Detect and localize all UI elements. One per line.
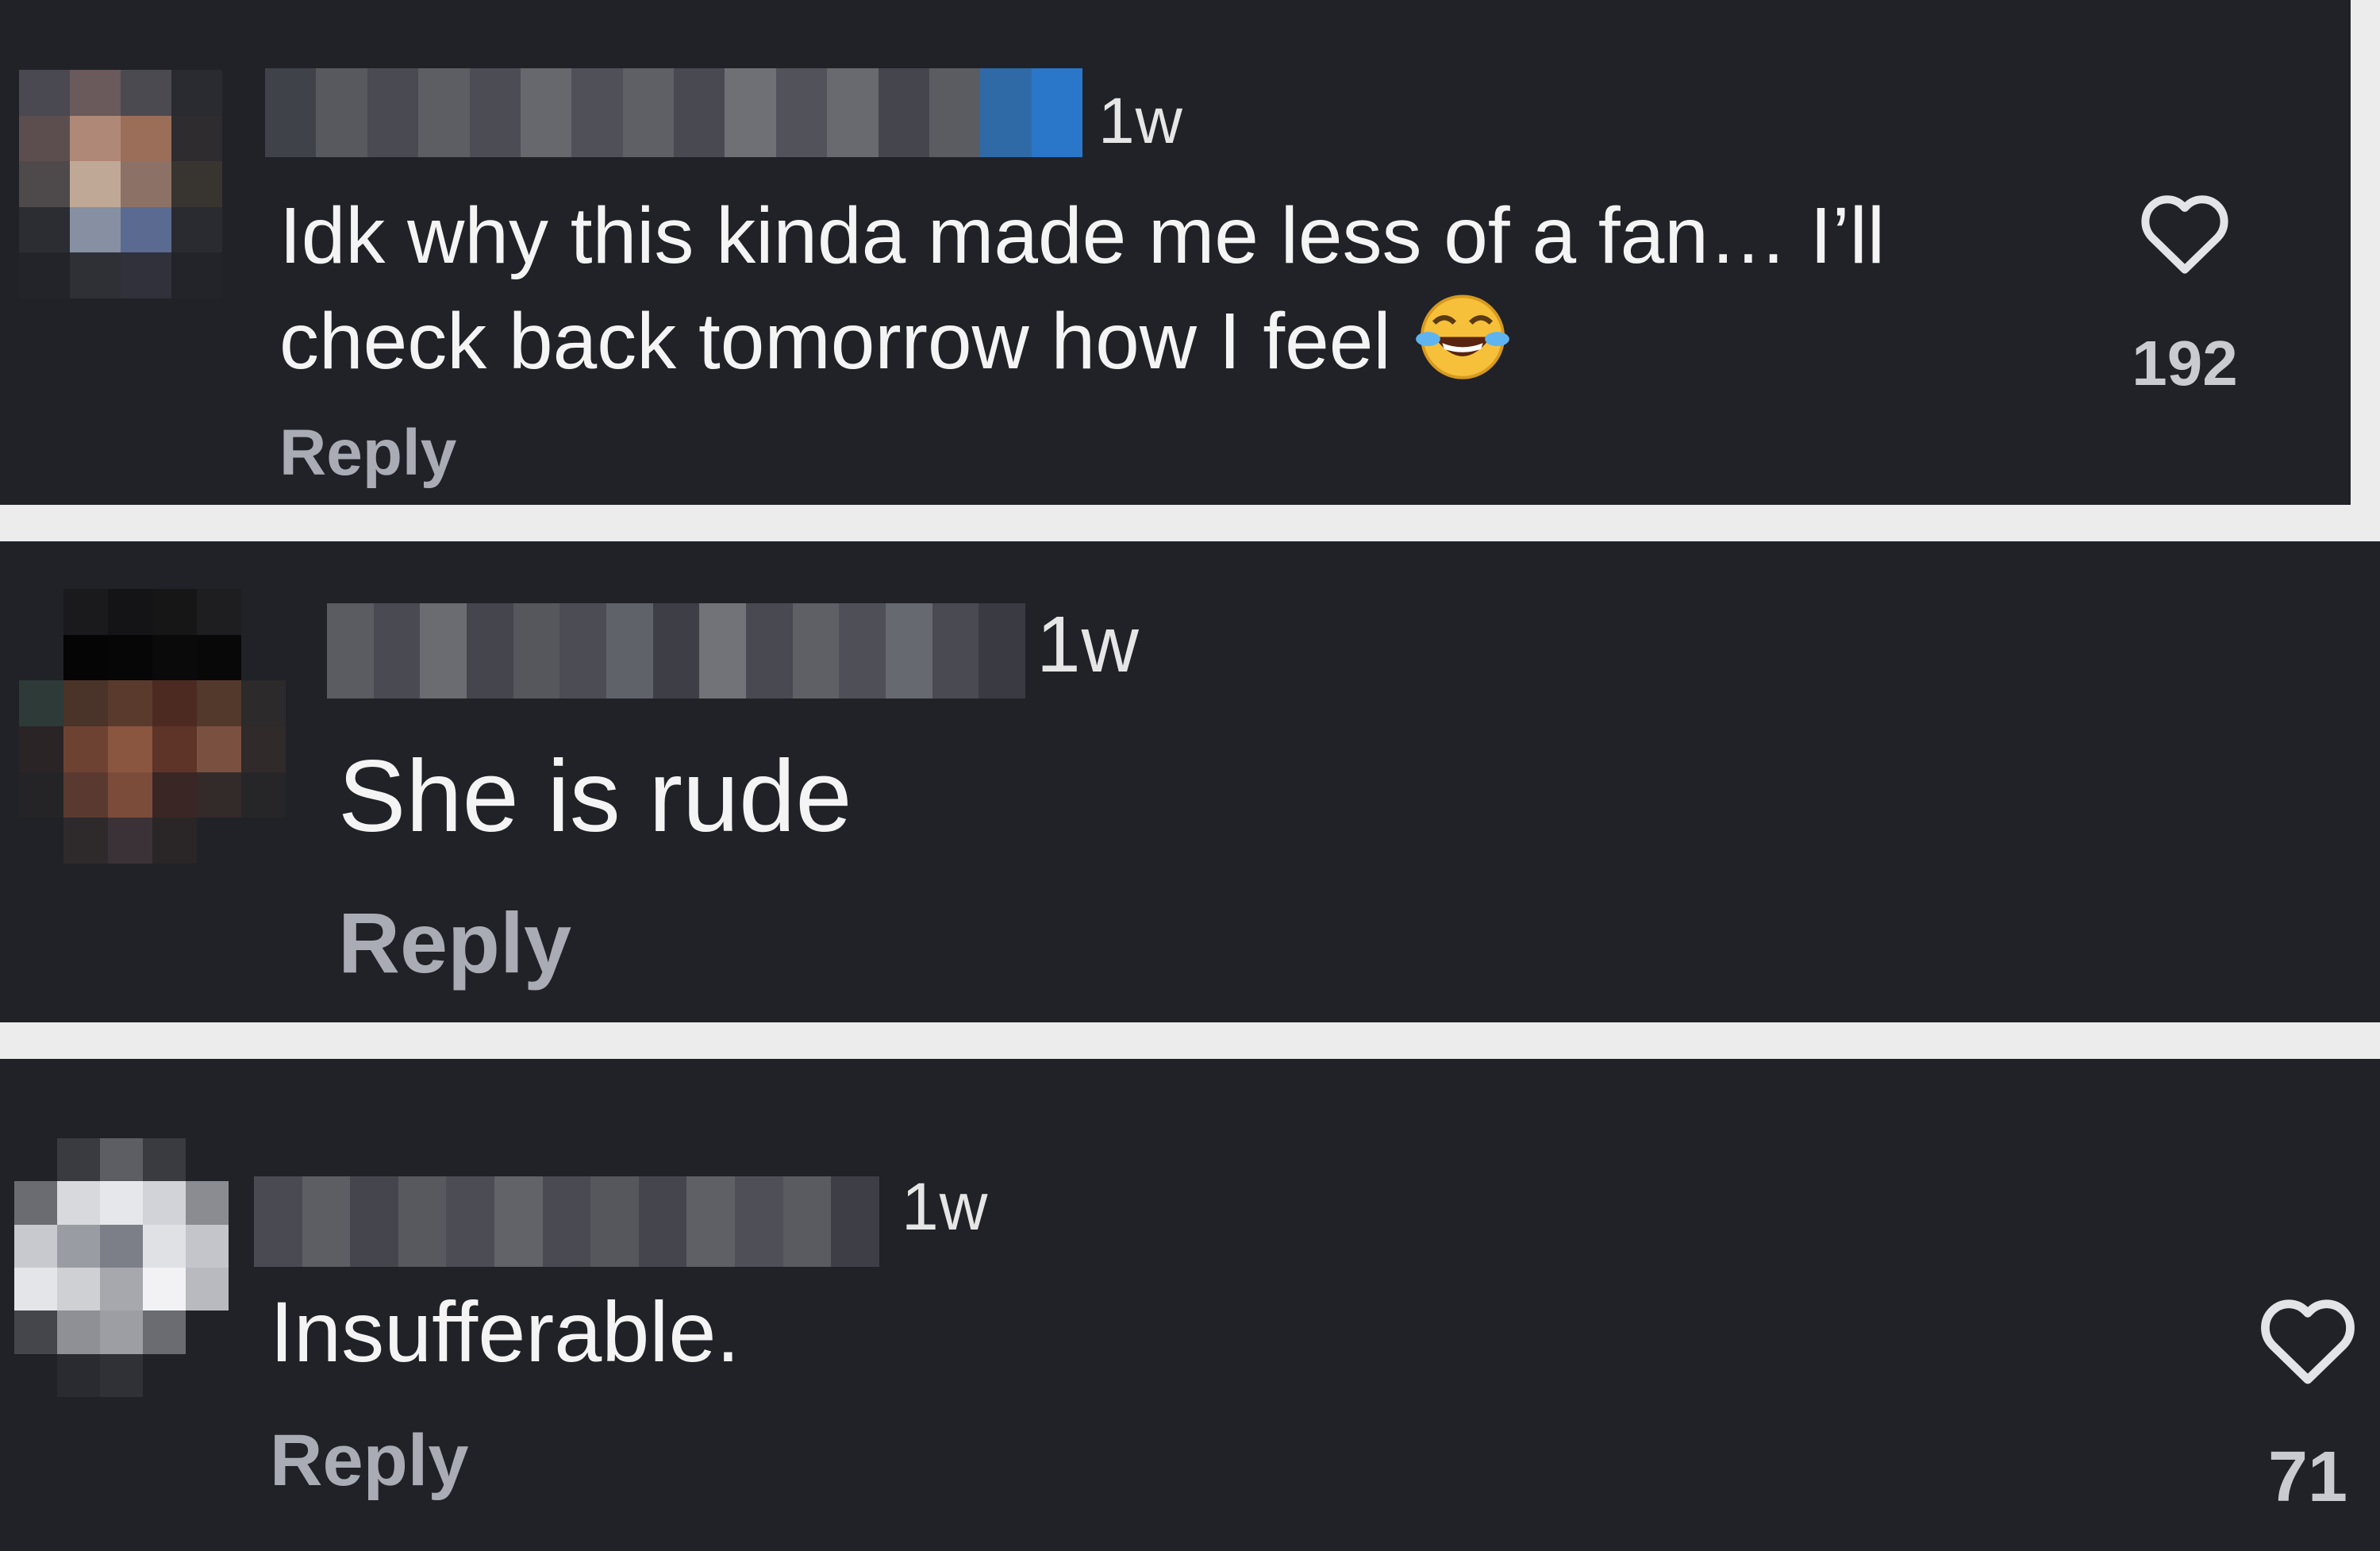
comment-timestamp: 1w — [1036, 600, 1140, 689]
like-count: 71 — [2267, 1437, 2348, 1517]
reply-button[interactable]: Reply — [279, 421, 456, 486]
heart-outline-icon[interactable] — [2135, 184, 2235, 284]
comment-text-line: She is rude — [338, 740, 852, 853]
face-with-tears-of-joy-icon — [1415, 294, 1509, 379]
reply-button[interactable]: Reply — [270, 1424, 469, 1497]
comment-text-line: check back tomorrow how I feel — [279, 297, 1391, 386]
avatar[interactable] — [19, 589, 286, 864]
comment-text-line: Insufferable. — [270, 1284, 740, 1380]
comment-text-line: Idk why this kinda made me less of a fan… — [279, 191, 1886, 280]
reply-button[interactable]: Reply — [338, 900, 571, 986]
comment-timestamp: 1w — [902, 1169, 989, 1244]
comment-text: She is rude — [338, 735, 852, 859]
username-blurred[interactable] — [265, 68, 1082, 157]
comment-card: 1w Idk why this kinda made me less of a … — [0, 0, 2351, 505]
comment-timestamp: 1w — [1098, 85, 1183, 157]
comment-text: Idk why this kinda made me less of a fan… — [279, 187, 1885, 390]
avatar[interactable] — [14, 1138, 229, 1397]
avatar[interactable] — [19, 70, 222, 298]
comment-text: Insufferable. — [270, 1280, 740, 1384]
heart-outline-icon[interactable] — [2254, 1287, 2362, 1395]
like-count: 192 — [2132, 328, 2238, 398]
comment-card: 1w She is rude Reply — [0, 541, 2380, 1022]
username-blurred[interactable] — [254, 1176, 879, 1267]
comment-card: 1w Insufferable. Reply 71 — [0, 1059, 2380, 1551]
username-blurred[interactable] — [327, 603, 1026, 699]
